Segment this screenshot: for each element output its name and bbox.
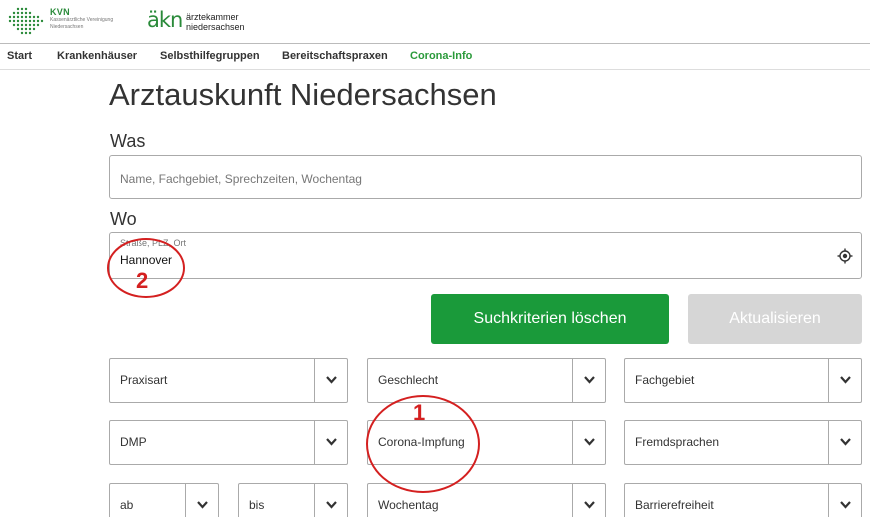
akn-line2: niedersachsen — [186, 22, 245, 32]
time-from-select[interactable]: ab — [109, 483, 219, 517]
time-to-chevron-box — [314, 484, 347, 517]
wochentag-label: Wochentag — [378, 498, 439, 512]
fremdsprachen-select[interactable]: Fremdsprachen — [624, 420, 862, 465]
main-nav: Start Krankenhäuser Selbsthilfegruppen B… — [0, 43, 870, 70]
geschlecht-label: Geschlecht — [378, 373, 439, 387]
praxisart-label: Praxisart — [120, 373, 168, 387]
update-button[interactable]: Aktualisieren — [688, 294, 862, 344]
annotation-number-1: 1 — [413, 400, 426, 425]
time-from-label: ab — [120, 498, 134, 512]
nav-item-krankenhaeuser[interactable]: Krankenhäuser — [57, 50, 137, 62]
wo-location-input[interactable]: Straße, PLZ, Ort Hannover — [109, 232, 862, 279]
kvn-logo-text: KVN Kassenärztliche Vereinigung Niedersa… — [50, 7, 130, 31]
corona-impfung-chevron-box — [572, 421, 605, 464]
was-label: Was — [110, 131, 146, 151]
chevron-down-icon — [326, 376, 337, 384]
barrierefreiheit-select[interactable]: Barrierefreiheit — [624, 483, 862, 517]
time-to-select[interactable]: bis — [238, 483, 348, 517]
chevron-down-icon — [840, 376, 851, 384]
time-from-chevron-box — [185, 484, 218, 517]
kvn-logo-mark — [8, 7, 44, 35]
dmp-chevron-box — [314, 421, 347, 464]
nav-item-selbsthilfegruppen[interactable]: Selbsthilfegruppen — [160, 50, 260, 62]
chevron-down-icon — [840, 438, 851, 446]
fachgebiet-select[interactable]: Fachgebiet — [624, 358, 862, 403]
barrierefreiheit-chevron-box — [828, 484, 861, 517]
chevron-down-icon — [584, 438, 595, 446]
fremdsprachen-label: Fremdsprachen — [635, 435, 720, 449]
was-search-input[interactable]: Name, Fachgebiet, Sprechzeiten, Wochenta… — [109, 155, 862, 199]
chevron-down-icon — [584, 501, 595, 509]
was-placeholder: Name, Fachgebiet, Sprechzeiten, Wochenta… — [120, 172, 362, 186]
nav-item-start[interactable]: Start — [7, 50, 32, 62]
dmp-select[interactable]: DMP — [109, 420, 348, 465]
dmp-label: DMP — [120, 435, 147, 449]
praxisart-chevron-box — [314, 359, 347, 402]
kvn-title: KVN — [50, 7, 70, 17]
chevron-down-icon — [840, 501, 851, 509]
akn-logo-text: ärztekammer niedersachsen — [186, 12, 245, 32]
page-title: Arztauskunft Niedersachsen — [109, 77, 497, 112]
geschlecht-chevron-box — [572, 359, 605, 402]
chevron-down-icon — [326, 438, 337, 446]
fachgebiet-chevron-box — [828, 359, 861, 402]
chevron-down-icon — [197, 501, 208, 509]
annotation-number-2: 2 — [136, 268, 149, 293]
clear-criteria-button[interactable]: Suchkriterien löschen — [431, 294, 669, 344]
wochentag-chevron-box — [572, 484, 605, 517]
akn-logo-mark: äkn — [147, 8, 183, 32]
fremdsprachen-chevron-box — [828, 421, 861, 464]
locate-me-icon[interactable] — [837, 248, 853, 264]
akn-line1: ärztekammer — [186, 12, 239, 22]
nav-item-corona-info[interactable]: Corona-Info — [410, 50, 472, 62]
site-header: KVN Kassenärztliche Vereinigung Niedersa… — [0, 0, 870, 43]
kvn-logo[interactable]: KVN Kassenärztliche Vereinigung Niedersa… — [6, 5, 156, 37]
chevron-down-icon — [584, 376, 595, 384]
fachgebiet-label: Fachgebiet — [635, 373, 695, 387]
time-to-label: bis — [249, 498, 265, 512]
wo-label: Wo — [110, 209, 137, 229]
barrierefreiheit-label: Barrierefreiheit — [635, 498, 714, 512]
kvn-subtitle: Kassenärztliche Vereinigung Niedersachse… — [50, 17, 114, 30]
nav-item-bereitschaftspraxen[interactable]: Bereitschaftspraxen — [282, 50, 388, 62]
praxisart-select[interactable]: Praxisart — [109, 358, 348, 403]
chevron-down-icon — [326, 501, 337, 509]
geschlecht-select[interactable]: Geschlecht — [367, 358, 606, 403]
